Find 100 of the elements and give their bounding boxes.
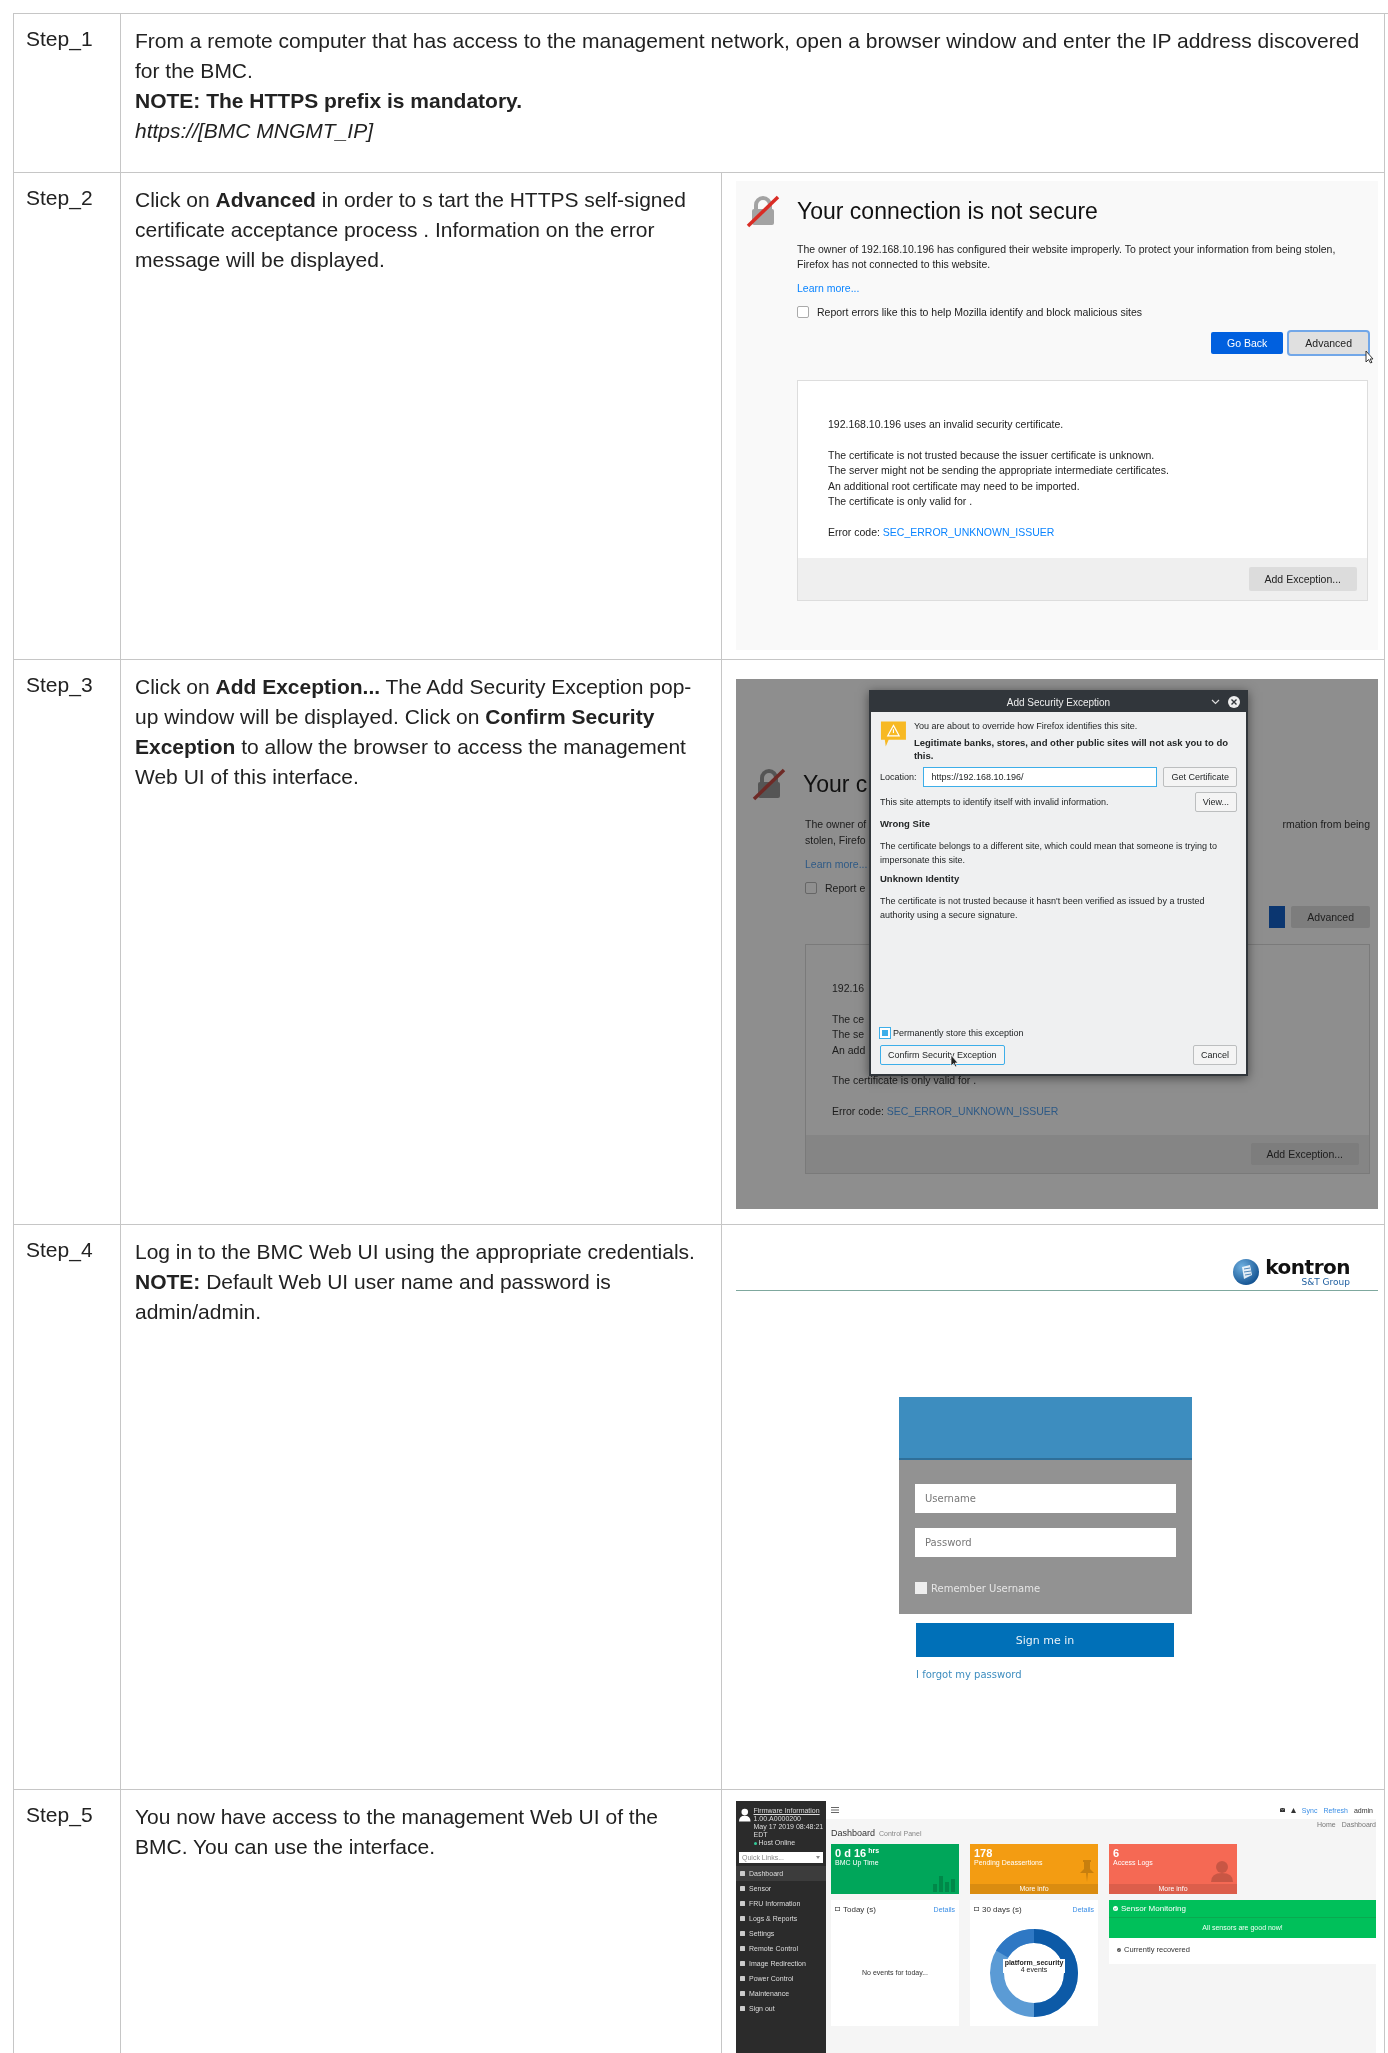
instruction-text: Click on Advanced in order to s tart the HTTPS self-signed certificate acceptance process . Information on the error message will be displayed.: [135, 187, 687, 273]
section-heading: Wrong Site: [880, 818, 931, 829]
inbox-icon: [974, 1907, 979, 1911]
step-label: Step_1: [26, 27, 93, 50]
forgot-password-link[interactable]: I forgot my password: [916, 1669, 1378, 1680]
checkbox-label: Report e: [825, 882, 866, 894]
square-bullet-icon: [740, 1931, 745, 1936]
details-text: The certificate is not trusted because the issuer certificate is unknown.: [828, 447, 1156, 463]
store-checkbox[interactable]: [880, 1028, 890, 1038]
details-text: The server might not be sending the appropriate intermediate certificates.: [828, 463, 1170, 478]
instruction-text: Click on Add Exception... The Add Security Exception pop-up window will be displayed. Click on Confirm Security Exception to allow the browser to access the management Web UI of this interface.: [135, 674, 693, 790]
page-heading: Your c: [803, 770, 868, 798]
person-icon: [1211, 1860, 1233, 1882]
details-text: The certificate is only valid for .: [832, 1073, 977, 1088]
instruction-text: You now have access to the management Web UI of the BMC. You can use the interface.: [135, 1804, 659, 1860]
step-label: Step_4: [26, 1238, 93, 1261]
panel-title: Sensor Monitoring: [1121, 1904, 1186, 1913]
checkbox-label: Report errors like this to help Mozilla identify and block malicious sites: [817, 306, 1143, 318]
square-bullet-icon: [740, 1886, 745, 1891]
user-avatar-icon: [739, 1807, 751, 1823]
section-text: The certificate is not trusted because it hasn't been verified as issued by a trusted authority using a secure signature.: [880, 895, 1206, 922]
instruction-text: NOTE: Default Web UI user name and password is admin/admin.: [135, 1269, 612, 1325]
instruction-text: Log in to the BMC Web UI using the appropriate credentials.: [135, 1239, 696, 1265]
step-label: Step_3: [26, 673, 93, 696]
inbox-icon: [835, 1907, 840, 1911]
report-checkbox[interactable]: [797, 306, 809, 318]
dialog-warning: Legitimate banks, stores, and other public sites will not ask you to do this.: [913, 736, 1229, 762]
logo-wordmark: kontron: [1265, 1257, 1350, 1277]
checkbox-label: Remember Username: [931, 1582, 1041, 1594]
section-heading: Unknown Identity: [880, 873, 961, 884]
error-description: rmation from being: [1282, 817, 1370, 832]
learn-more-link[interactable]: Learn more...: [797, 282, 1368, 294]
square-bullet-icon: [740, 1976, 745, 1981]
chevron-down-icon[interactable]: [1211, 699, 1220, 705]
caret-icon: [816, 1856, 820, 1859]
view-button[interactable]: View...: [1194, 792, 1237, 812]
section-text: The certificate belongs to a different site, which could mean that someone is trying to impersonate this site.: [880, 840, 1219, 867]
panel-title: 30 days (s): [982, 1904, 1023, 1914]
location-field[interactable]: https://192.168.10.196/: [922, 767, 1158, 787]
error-description: The owner of: [805, 817, 867, 832]
remember-checkbox[interactable]: [915, 1582, 927, 1594]
details-text: The ce: [832, 1011, 865, 1027]
page-heading: Your connection is not secure: [797, 197, 1098, 225]
step-label: Step_2: [26, 186, 93, 209]
cancel-button[interactable]: Cancel: [1193, 1045, 1237, 1065]
square-bullet-icon: [740, 1901, 745, 1906]
tile-value: 0 d 16: [835, 1847, 867, 1859]
page-title: Dashboard: [831, 1828, 876, 1838]
square-bullet-icon: [740, 1961, 745, 1966]
close-icon[interactable]: [1228, 696, 1240, 708]
check-circle-icon: [1113, 1906, 1118, 1911]
error-description: stolen, Firefo: [805, 832, 867, 848]
square-bullet-icon: [740, 1946, 745, 1951]
tile-value: 178: [974, 1847, 993, 1859]
instruction-text: https://[BMC MNGMT_IP]: [135, 118, 375, 144]
error-code-label: Error code:: [828, 525, 880, 538]
error-code-label: Error code:: [832, 1104, 884, 1117]
details-text: The se: [832, 1027, 865, 1042]
location-label: Location:: [880, 772, 917, 782]
square-bullet-icon: [740, 1871, 745, 1876]
square-bullet-icon: [740, 1916, 745, 1921]
logo-tagline: S&T Group: [1301, 1277, 1350, 1287]
primary-button[interactable]: Go Back: [1211, 332, 1284, 354]
check-circle-icon: [1117, 1947, 1121, 1952]
instruction-text: NOTE: The HTTPS prefix is mandatory.: [135, 88, 523, 114]
mouse-pointer-icon: [1365, 350, 1374, 364]
advanced-button[interactable]: Advanced: [1291, 906, 1370, 928]
password-field[interactable]: Password: [915, 1528, 1176, 1557]
details-text: An additional root certificate may need to be imported.: [828, 478, 1081, 494]
square-bullet-icon: [740, 2006, 745, 2011]
panel-title: Today (s): [843, 1904, 877, 1914]
step-label: Step_5: [26, 1803, 93, 1826]
checkbox-label: Permanently store this exception: [893, 1028, 1024, 1038]
username-field[interactable]: Username: [915, 1484, 1176, 1513]
square-bullet-icon: [740, 1991, 745, 1996]
get-certificate-button[interactable]: Get Certificate: [1163, 767, 1237, 787]
secondary-button[interactable]: Advanced: [1289, 332, 1368, 354]
error-code-link[interactable]: SEC_ERROR_UNKNOWN_ISSUER: [882, 525, 1055, 538]
dialog-title: Add Security Exception: [1006, 696, 1111, 708]
report-checkbox[interactable]: [805, 882, 817, 894]
details-text: An add: [832, 1042, 866, 1058]
globe-logo-icon: [1233, 1259, 1260, 1285]
warning-icon[interactable]: [1290, 1807, 1296, 1813]
details-text: 192.168.10.196 uses an invalid security certificate.: [828, 417, 1065, 432]
crossed-lock-icon: [752, 767, 786, 801]
warning-icon: [880, 720, 907, 748]
button-fragment[interactable]: [1269, 906, 1286, 928]
envelope-icon[interactable]: [1279, 1808, 1285, 1812]
status-dot-icon: [753, 1841, 757, 1845]
status-text: This site attempts to identify itself with invalid information.: [880, 797, 1110, 807]
add-exception-button[interactable]: Add Exception...: [1248, 567, 1357, 591]
instruction-text: From a remote computer that has access to the management network, open a browser window and enter the IP address discovered for the BMC.: [135, 28, 1361, 84]
tile-value: 6: [1113, 1847, 1120, 1859]
confirm-button[interactable]: Confirm Security Exception: [880, 1045, 1005, 1065]
add-exception-button[interactable]: Add Exception...: [1250, 1143, 1359, 1165]
details-text: 192.16: [832, 981, 865, 996]
details-text: The certificate is only valid for .: [828, 494, 974, 509]
error-description: The owner of 192.168.10.196 has configured their website improperly. To protect your information from being stolen, Firefox has not connected to this website.: [797, 242, 1337, 272]
menu-icon[interactable]: [831, 1807, 839, 1813]
sign-in-button[interactable]: Sign me in: [916, 1623, 1174, 1657]
